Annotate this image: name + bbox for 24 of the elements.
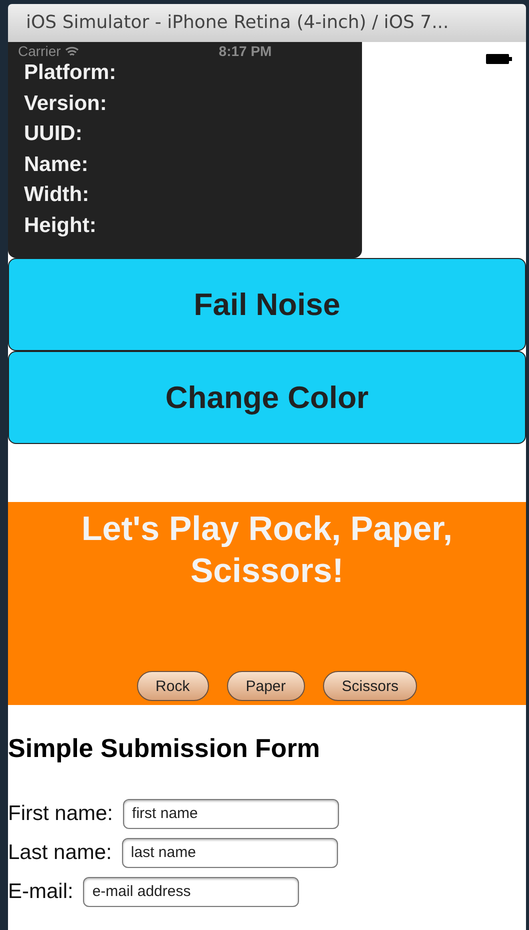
choice-button[interactable]: Paper (226, 671, 305, 701)
info-label: Height: (24, 212, 98, 238)
info-label: Platform: (24, 60, 118, 86)
game-title: Let's Play Rock, Paper, Scissors! (80, 509, 454, 592)
choice-button[interactable]: Scissors (322, 671, 418, 701)
status-time: 8:17 PM (218, 43, 272, 59)
info-label: Width: (24, 182, 90, 208)
input-field[interactable]: last name (122, 838, 338, 868)
carrier-label: Carrier (18, 43, 61, 59)
action-button[interactable]: Change Color (8, 351, 526, 444)
info-label: Name: (24, 152, 90, 178)
input-field[interactable]: first name (123, 798, 340, 828)
form-title: Simple Submission Form (8, 733, 322, 764)
field-label: E-mail: (8, 880, 74, 904)
info-label: Version: (24, 90, 108, 116)
battery-icon (486, 54, 512, 64)
choice-button[interactable]: Rock (136, 671, 209, 701)
info-label: UUID: (24, 121, 84, 147)
wifi-icon (64, 46, 79, 56)
input-field[interactable]: e-mail address (83, 876, 300, 906)
window-title: iOS Simulator - iPhone Retina (4-inch) / iOS 7... (8, 4, 526, 42)
field-label: First name: (8, 802, 114, 826)
action-button[interactable]: Fail Noise (8, 258, 526, 351)
field-label: Last name: (8, 840, 112, 864)
